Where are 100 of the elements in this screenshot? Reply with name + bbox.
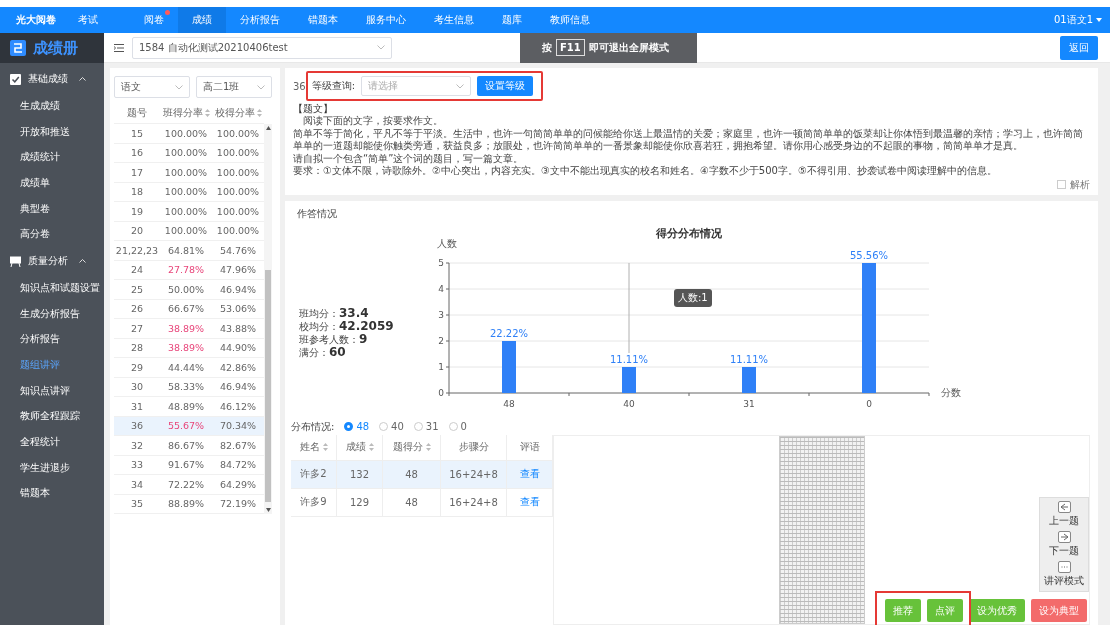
table-cell-text: 20	[129, 224, 145, 239]
table-row[interactable]: 许多2 132 48 16+24+8 查看	[291, 460, 553, 489]
tick-label: 1	[438, 361, 444, 372]
table-cell-text: 30	[129, 380, 145, 395]
column-header: 评语	[507, 434, 553, 460]
table-cell: 16+24+8	[441, 488, 507, 516]
scrollbar[interactable]	[264, 124, 272, 514]
sidebar-item[interactable]: 典型卷	[0, 195, 104, 222]
table-cell-text: 25	[129, 282, 145, 297]
question-paragraph: 阅读下面的文字，按要求作文。	[302, 115, 444, 128]
sidebar-item[interactable]: 全程统计	[0, 429, 104, 455]
subject-select[interactable]: 语文	[114, 76, 190, 98]
table-cell-text: 42.86%	[218, 360, 258, 375]
nav-tab[interactable]: 阅卷	[130, 7, 178, 33]
table-cell-text: 33	[129, 458, 145, 473]
column-header[interactable]: 班得分率	[160, 102, 212, 123]
table-cell: 129	[337, 488, 383, 516]
stat-label: 班参考人数：	[299, 332, 359, 346]
user-menu[interactable]: 01语文1	[1053, 7, 1102, 33]
data-label: 11.11%	[729, 353, 769, 365]
sidebar-item[interactable]: 生成分析报告	[0, 300, 104, 327]
sidebar-item[interactable]: 生成成绩	[0, 93, 104, 119]
sidebar-group[interactable]: 质量分析	[0, 247, 104, 276]
radio-button[interactable]: 31	[413, 421, 439, 432]
view-link[interactable]: 查看	[519, 467, 540, 481]
table-cell-text: 18	[129, 185, 145, 200]
table-cell-text: 46.94%	[218, 282, 258, 297]
column-header[interactable]: 校得分率	[212, 102, 264, 123]
radio-button[interactable]: 48	[344, 421, 370, 432]
table-cell-text: 100.00%	[163, 185, 209, 200]
table-cell-text: 27.78%	[166, 263, 206, 278]
table-row[interactable]: 36 55.67% 70.34%	[114, 416, 264, 436]
nav-tab[interactable]: 考试	[72, 7, 112, 33]
sort-icon	[322, 443, 328, 451]
nav-tab[interactable]: 成绩	[178, 7, 226, 33]
checkbox[interactable]	[1057, 180, 1066, 189]
table-cell-text: 100.00%	[163, 165, 209, 180]
sidebar-item[interactable]: 成绩单	[0, 170, 104, 196]
table-cell-text: 66.67%	[166, 302, 206, 317]
column-header[interactable]: 姓名	[291, 434, 337, 460]
sidebar-item[interactable]: 题组讲评	[0, 352, 104, 378]
tool-button[interactable]: 上一题	[1049, 501, 1079, 528]
tool-button[interactable]: 下一题	[1049, 531, 1079, 558]
radio-button[interactable]: 40	[379, 421, 404, 432]
scroll-up-icon	[265, 126, 271, 130]
nav-tab[interactable]: 题库	[488, 7, 536, 33]
column-header: 题号	[126, 105, 148, 120]
chevron-down-icon	[257, 84, 265, 90]
table-cell-text: 100.00%	[215, 126, 261, 141]
table-cell-text: 64.29%	[218, 477, 258, 492]
column-header[interactable]: 题得分	[383, 434, 441, 460]
tool-button[interactable]: 讲评模式	[1044, 561, 1084, 588]
board-icon	[10, 255, 21, 267]
nav-tab[interactable]: 分析报告	[226, 7, 294, 33]
sidebar-item[interactable]: 知识点讲评	[0, 377, 104, 404]
table-cell: 48	[383, 460, 441, 488]
tick-label: 5	[438, 257, 444, 268]
sidebar-item[interactable]: 成绩统计	[0, 144, 104, 171]
sidebar-item[interactable]: 错题本	[0, 480, 104, 507]
axis-label: 分数	[941, 386, 961, 398]
radio-button[interactable]: 0	[448, 421, 467, 432]
table-cell-text: 43.88%	[218, 321, 258, 336]
table-cell-text: 88.89%	[166, 497, 206, 512]
class-select[interactable]: 高二1班	[196, 76, 272, 98]
sidebar-item[interactable]: 知识点和试题设置	[0, 275, 104, 301]
sidebar-group[interactable]: 基础成绩	[0, 65, 104, 93]
table-cell-text: 29	[129, 360, 145, 375]
column-header[interactable]: 成绩	[337, 434, 383, 460]
back-button[interactable]: 返回	[1060, 35, 1098, 60]
table-row[interactable]: 许多9 129 48 16+24+8 查看	[291, 488, 553, 517]
sidebar-item[interactable]: 开放和推送	[0, 118, 104, 145]
nav-tab[interactable]: 考生信息	[420, 7, 488, 33]
checkbox-label: 解析	[1070, 177, 1090, 192]
nav-tab[interactable]: 教师信息	[536, 7, 604, 33]
stat-label: 满分：	[299, 345, 329, 359]
sidebar-title: 成绩册	[33, 38, 78, 58]
ellipsis-icon	[1057, 561, 1071, 573]
exam-select[interactable]: 1584 自动化测试20210406test	[132, 36, 392, 59]
table-cell-text: 82.67%	[218, 438, 258, 453]
sidebar-item[interactable]: 高分卷	[0, 221, 104, 248]
table-cell-text: 46.12%	[218, 399, 258, 414]
nav-tab[interactable]: 错题本	[294, 7, 352, 33]
table-cell-text: 100.00%	[215, 185, 261, 200]
set-grade-button[interactable]: 设置等级	[477, 76, 534, 96]
view-link[interactable]: 查看	[519, 495, 540, 509]
sort-icon	[256, 108, 262, 117]
sidebar-item[interactable]: 学生进退步	[0, 454, 104, 481]
nav-tab[interactable]: 服务中心	[352, 7, 420, 33]
bar[interactable]	[622, 366, 636, 393]
sidebar-item[interactable]: 教师全程跟踪	[0, 403, 104, 430]
banner-text: 按	[542, 40, 552, 55]
table-cell-text: 28	[129, 341, 145, 356]
table-cell-text: 26	[129, 302, 145, 317]
scrollbar-thumb[interactable]	[265, 270, 271, 502]
sidebar-item[interactable]: 分析报告	[0, 326, 104, 353]
table-cell-text: 32	[129, 438, 145, 453]
table-cell-text: 100.00%	[215, 146, 261, 161]
sort-icon	[425, 443, 431, 451]
table-cell-text: 91.67%	[166, 458, 206, 473]
bar[interactable]	[742, 366, 756, 393]
